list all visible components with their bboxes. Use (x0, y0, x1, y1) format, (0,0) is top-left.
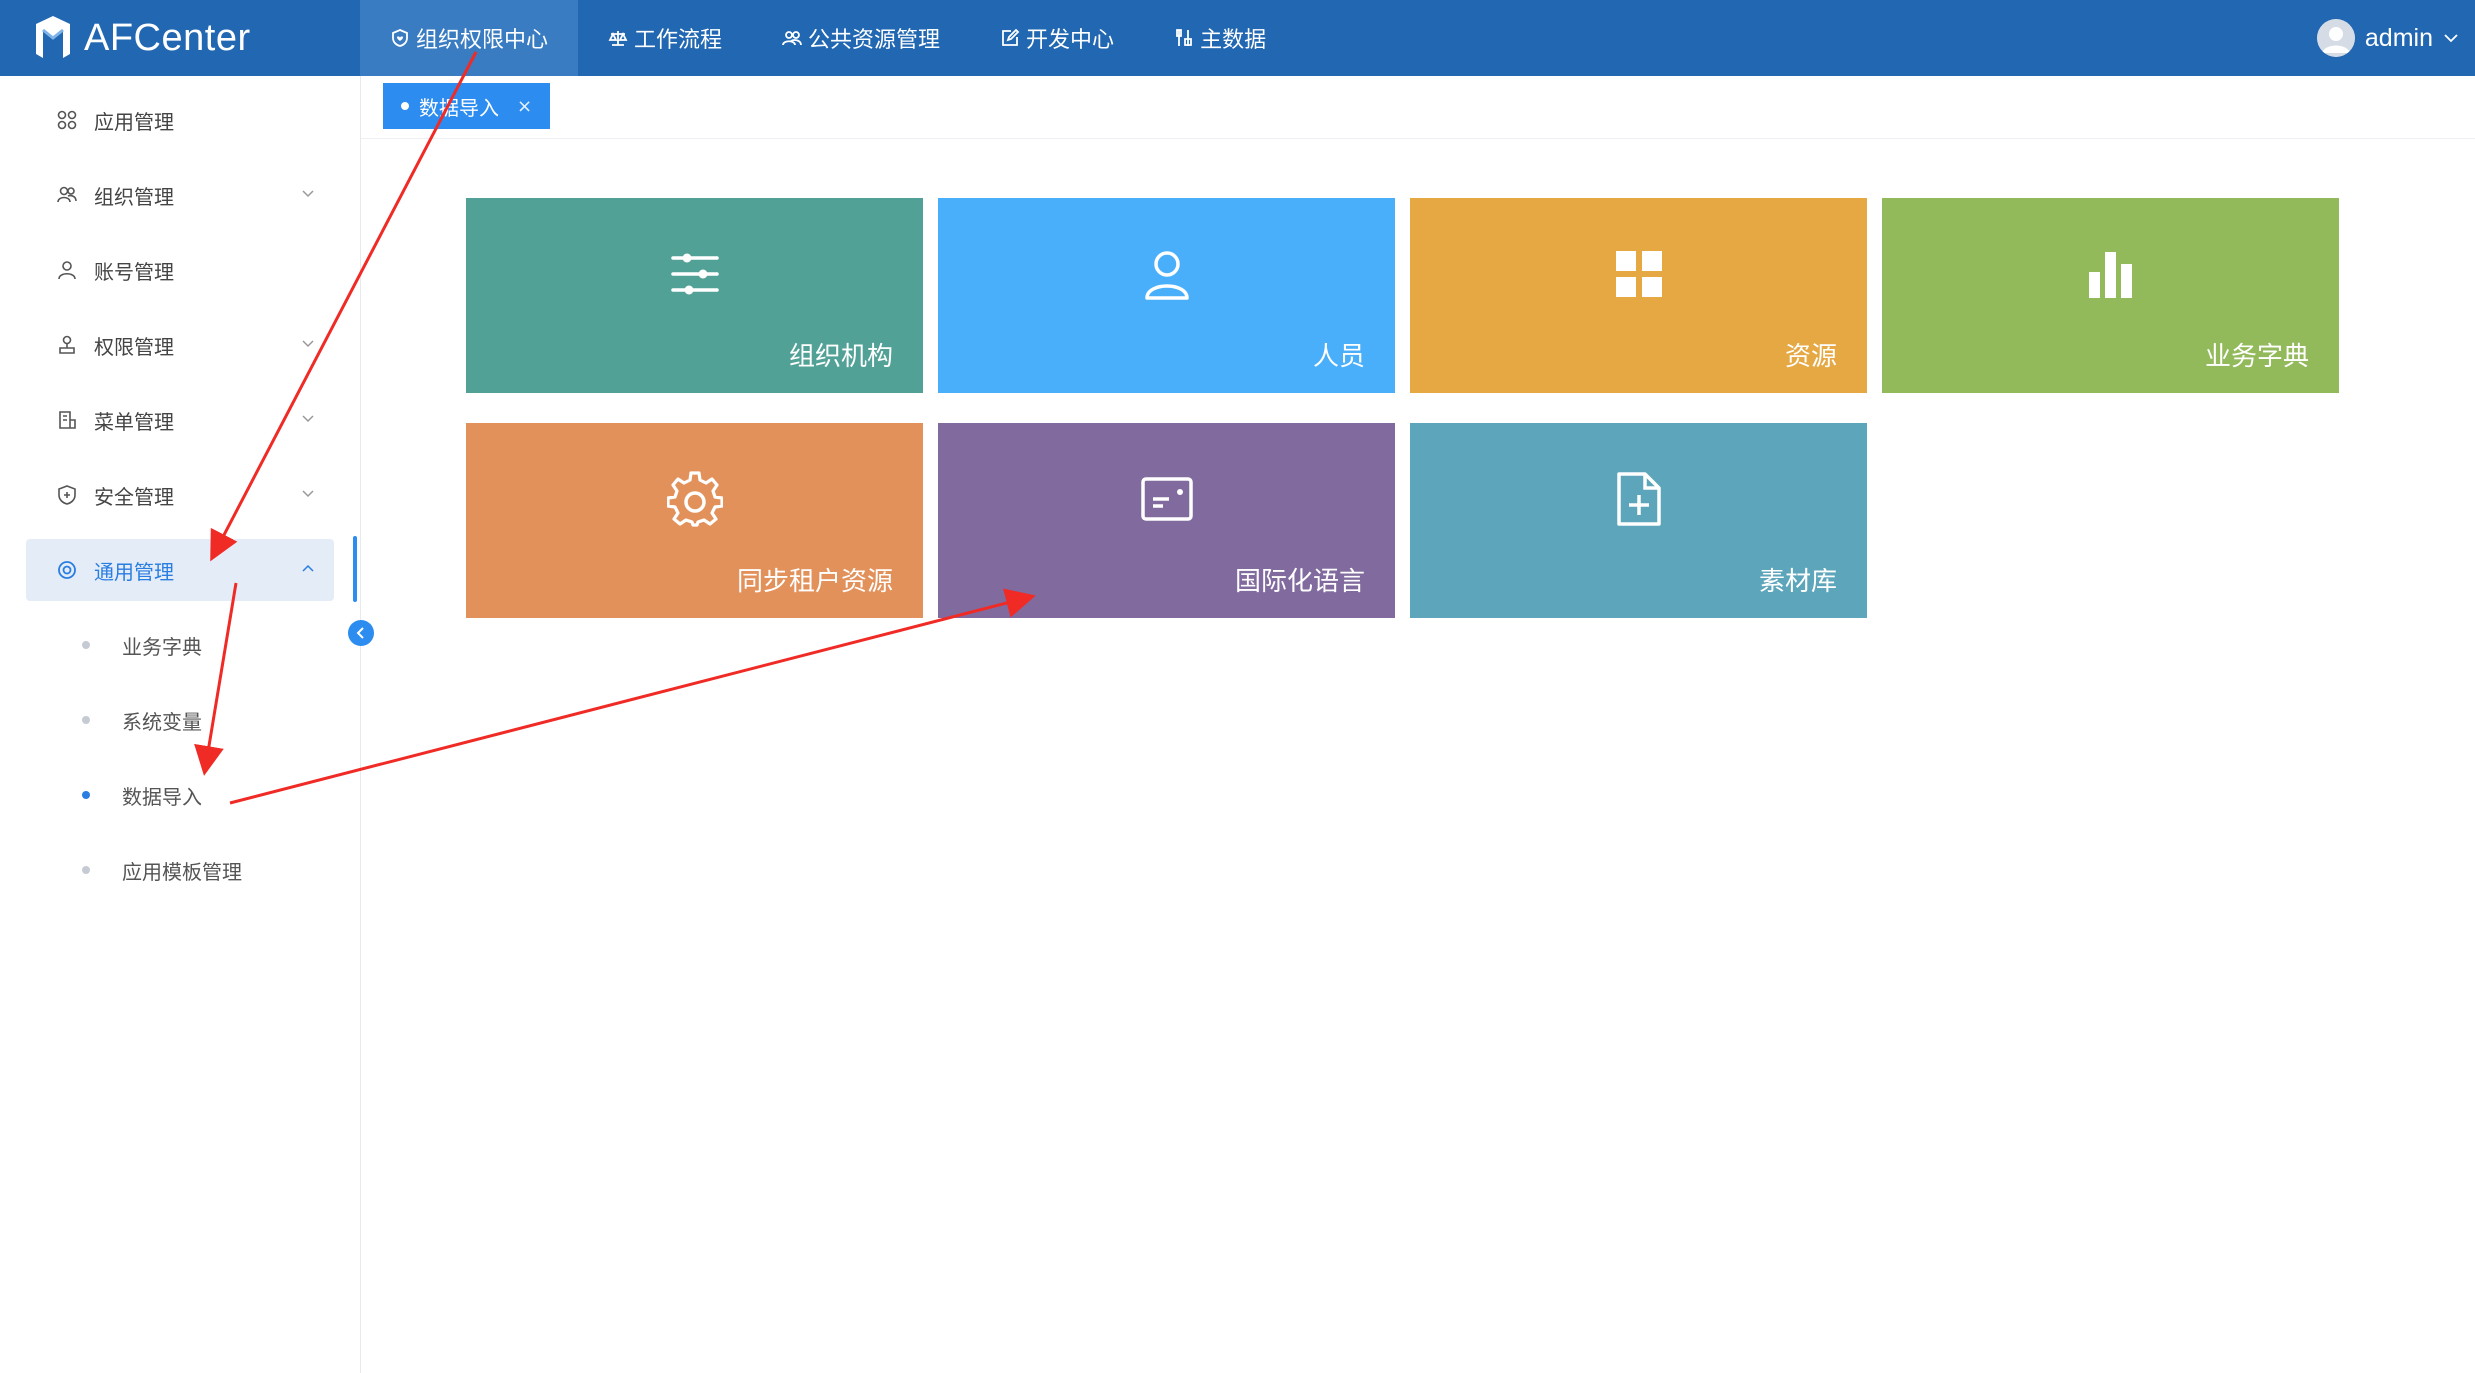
user-menu[interactable]: admin (2316, 0, 2459, 76)
edit-icon (1002, 28, 1020, 46)
tab-active-dot (401, 102, 409, 110)
sidebar-item-menu-management[interactable]: 菜单管理 (26, 389, 334, 451)
sidebar-item-account-management[interactable]: 账号管理 (26, 239, 334, 301)
tile-label: 国际化语言 (1234, 567, 1365, 597)
app-name: AFCenter (84, 16, 251, 59)
user-icon (56, 259, 78, 281)
grid-icon (1611, 246, 1667, 302)
chevron-up-icon (302, 564, 314, 572)
top-bar: AFCenter 组织权限中心 工作流程 公共资源管理 开发中心 主数据 adm… (0, 0, 2475, 76)
card-icon (1139, 471, 1195, 527)
sidebar-subitem-label: 系统变量 (122, 709, 202, 734)
top-nav-workflow[interactable]: 工作流程 (578, 0, 752, 76)
tile-organization[interactable]: 组织机构 (466, 198, 923, 393)
team-icon (56, 184, 78, 206)
tile-label: 业务字典 (2204, 342, 2309, 372)
tab-label: 数据导入 (419, 95, 499, 120)
bullet-dot (82, 716, 90, 724)
sidebar-item-label: 权限管理 (94, 334, 174, 359)
sidebar-item-app-management[interactable]: 应用管理 (26, 89, 334, 151)
tile-i18n-language[interactable]: 国际化语言 (938, 423, 1395, 618)
tab-close-button[interactable]: × (517, 96, 532, 117)
avatar-icon (2316, 19, 2355, 57)
users-icon (782, 31, 802, 46)
tile-material-library[interactable]: 素材库 (1410, 423, 1867, 618)
sidebar-subitem-data-import[interactable]: 数据导入 (26, 764, 334, 826)
tile-label: 同步租户资源 (736, 567, 893, 597)
security-icon (56, 484, 78, 506)
bullet-dot (82, 791, 90, 799)
sidebar-item-label: 账号管理 (94, 259, 174, 284)
top-nav-label: 工作流程 (634, 28, 723, 53)
bar-chart-icon (2083, 246, 2139, 302)
sidebar-item-label: 通用管理 (94, 559, 174, 584)
menu-icon (56, 409, 78, 431)
sidebar: 应用管理 组织管理 账号管理 权限管理 菜单管理 安全管理 通用管理 业务字典 … (0, 76, 361, 1373)
chevron-down-icon (302, 190, 314, 198)
chevron-down-icon (302, 490, 314, 498)
chevron-left-icon (356, 627, 364, 639)
gear-icon (665, 471, 724, 527)
sidebar-subitem-system-variables[interactable]: 系统变量 (26, 689, 334, 751)
shield-heart-icon (392, 29, 408, 47)
tile-label: 资源 (1784, 342, 1837, 372)
scale-icon (608, 31, 628, 46)
top-nav-label: 主数据 (1200, 28, 1267, 53)
sidebar-item-label: 组织管理 (94, 184, 174, 209)
settings-icon (56, 559, 78, 581)
app-logo[interactable]: AFCenter (32, 8, 251, 68)
tile-label: 组织机构 (788, 342, 893, 372)
sidebar-item-org-management[interactable]: 组织管理 (26, 164, 334, 226)
tile-personnel[interactable]: 人员 (938, 198, 1395, 393)
sidebar-item-permission-management[interactable]: 权限管理 (26, 314, 334, 376)
top-nav-public-resources[interactable]: 公共资源管理 (752, 0, 970, 76)
sidebar-subitem-app-templates[interactable]: 应用模板管理 (26, 839, 334, 901)
sidebar-item-label: 菜单管理 (94, 409, 174, 434)
top-nav: 组织权限中心 工作流程 公共资源管理 开发中心 主数据 (360, 0, 1296, 76)
sidebar-item-general-management[interactable]: 通用管理 (26, 539, 334, 601)
tile-business-dictionary[interactable]: 业务字典 (1882, 198, 2339, 393)
top-nav-master-data[interactable]: 主数据 (1144, 0, 1296, 76)
chevron-down-icon (2444, 34, 2458, 43)
chevron-down-icon (302, 415, 314, 423)
top-nav-label: 组织权限中心 (416, 28, 549, 53)
sidebar-item-label: 安全管理 (94, 484, 174, 509)
tile-label: 素材库 (1758, 567, 1837, 597)
avatar (2316, 19, 2355, 57)
sliders-icon (667, 246, 723, 302)
tile-label: 人员 (1312, 342, 1365, 372)
apps-icon (56, 109, 78, 131)
chevron-down-icon (302, 340, 314, 348)
sidebar-subitem-business-dictionary[interactable]: 业务字典 (26, 614, 334, 676)
tile-resources[interactable]: 资源 (1410, 198, 1867, 393)
bullet-dot (82, 866, 90, 874)
sidebar-item-security-management[interactable]: 安全管理 (26, 464, 334, 526)
sidebar-item-label: 应用管理 (94, 109, 174, 134)
file-add-icon (1611, 471, 1667, 527)
sidebar-subitem-label: 应用模板管理 (122, 859, 242, 884)
user-name: admin (2364, 23, 2433, 52)
person-icon (1139, 246, 1195, 302)
permission-icon (56, 334, 78, 356)
bullet-dot (82, 641, 90, 649)
top-nav-org-permission[interactable]: 组织权限中心 (360, 0, 579, 76)
sidebar-collapse-button[interactable] (348, 620, 374, 646)
tab-data-import[interactable]: 数据导入 × (383, 83, 551, 129)
tools-icon (1176, 29, 1192, 46)
sidebar-subitem-label: 数据导入 (122, 784, 202, 809)
top-nav-dev-center[interactable]: 开发中心 (970, 0, 1144, 76)
logo-icon (36, 16, 70, 58)
top-nav-label: 公共资源管理 (808, 28, 941, 53)
sidebar-subitem-label: 业务字典 (122, 634, 202, 659)
tile-sync-tenant-resources[interactable]: 同步租户资源 (466, 423, 923, 618)
tab-bar: 数据导入 × (361, 76, 2475, 139)
top-nav-label: 开发中心 (1026, 28, 1115, 53)
scroll-indicator (353, 536, 357, 602)
